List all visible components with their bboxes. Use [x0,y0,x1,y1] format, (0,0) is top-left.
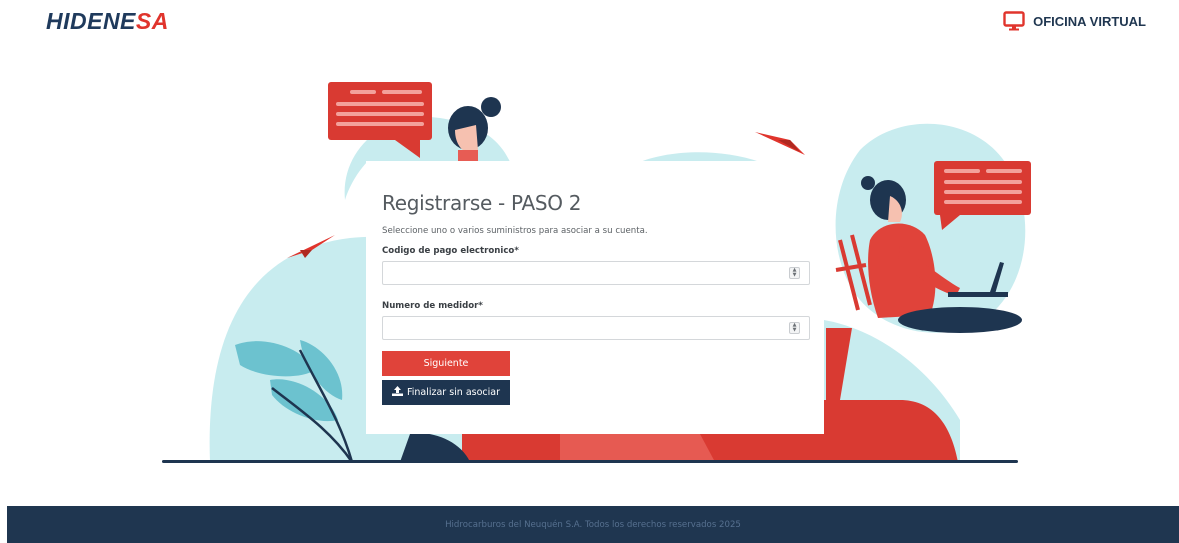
paper-plane-right [755,132,805,155]
footer-copyright: Hidrocarburos del Neuquén S.A. Todos los… [445,519,741,530]
form-subtitle: Seleccione uno o varios suministros para… [382,226,648,236]
numero-medidor-field-wrapper: ▲ ▼ [382,316,810,341]
chevron-down-icon[interactable]: ▼ [793,273,797,278]
registration-card: Registrarse - PASO 2 Seleccione uno o va… [366,161,824,434]
finalizar-label: Finalizar sin asociar [406,387,501,398]
finalizar-sin-asociar-button[interactable]: Finalizar sin asociar [382,380,510,405]
chevron-down-icon[interactable]: ▼ [793,328,797,333]
red-desk-shade [560,434,715,462]
numero-medidor-input[interactable] [383,318,809,341]
page-title: Registrarse - PASO 2 [382,191,582,215]
numero-medidor-label: Numero de medidor* [382,301,483,311]
codigo-pago-input[interactable] [383,263,809,286]
siguiente-button[interactable]: Siguiente [382,351,510,376]
number-spinner-icon[interactable]: ▲ ▼ [789,322,800,334]
footer: Hidrocarburos del Neuquén S.A. Todos los… [7,506,1179,543]
number-spinner-icon[interactable]: ▲ ▼ [789,267,800,279]
ground-line [162,460,1018,463]
codigo-pago-label: Codigo de pago electronico* [382,246,519,256]
codigo-pago-field-wrapper: ▲ ▼ [382,261,810,286]
siguiente-label: Siguiente [423,358,469,369]
upload-icon [391,386,403,399]
